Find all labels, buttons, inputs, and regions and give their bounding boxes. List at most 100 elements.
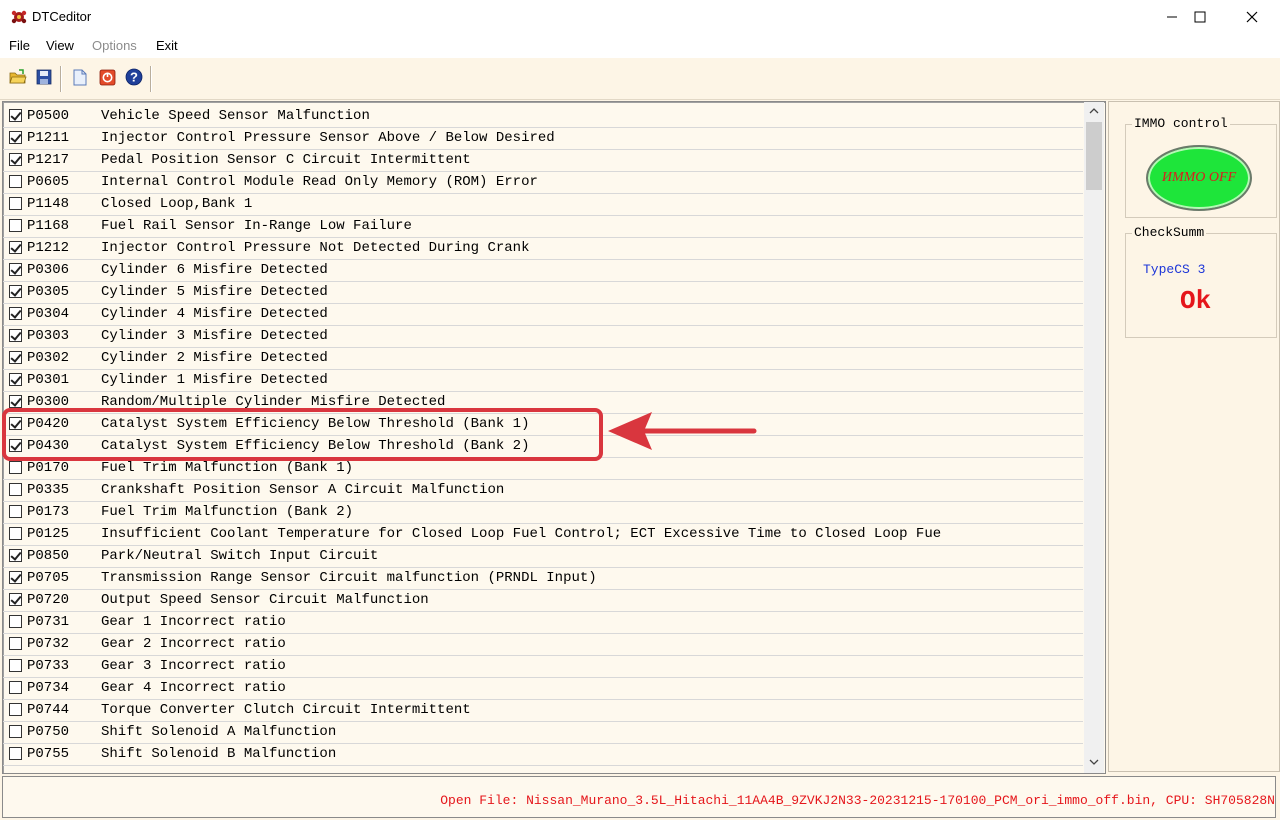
dtc-row[interactable]: P0335 Crankshaft Position Sensor A Circui…	[3, 480, 1083, 502]
dtc-row[interactable]: P0732 Gear 2 Incorrect ratio	[3, 634, 1083, 656]
dtc-code: P0170	[27, 460, 70, 476]
dtc-checkbox[interactable]	[9, 549, 22, 562]
dtc-checkbox[interactable]	[9, 241, 22, 254]
arrow-left-icon	[608, 412, 757, 450]
dtc-checkbox[interactable]	[9, 593, 22, 606]
menu-view[interactable]: View	[46, 38, 74, 53]
dtc-checkbox[interactable]	[9, 505, 22, 518]
immo-toggle-button[interactable]: ИММО OFF	[1146, 145, 1252, 211]
menu-file[interactable]: File	[9, 38, 30, 53]
dtc-checkbox[interactable]	[9, 615, 22, 628]
menu-options[interactable]: Options	[92, 38, 137, 53]
dtc-checkbox[interactable]	[9, 351, 22, 364]
dtc-row[interactable]: P0850 Park/Neutral Switch Input Circuit	[3, 546, 1083, 568]
dtc-row[interactable]: P0733 Gear 3 Incorrect ratio	[3, 656, 1083, 678]
dtc-row[interactable]: P0303 Cylinder 3 Misfire Detected	[3, 326, 1083, 348]
dtc-row[interactable]: P1211 Injector Control Pressure Sensor Ab…	[3, 128, 1083, 150]
dtc-code: P1211	[27, 130, 70, 146]
dtc-code: P0305	[27, 284, 70, 300]
dtc-description: Vehicle Speed Sensor Malfunction	[101, 108, 370, 124]
menu-bar: File View Options Exit	[0, 34, 1280, 58]
dtc-description: Fuel Trim Malfunction (Bank 1)	[101, 460, 354, 476]
close-button[interactable]	[1226, 0, 1278, 34]
dtc-description: Output Speed Sensor Circuit Malfunction	[101, 592, 429, 608]
dtc-row[interactable]: P1217 Pedal Position Sensor C Circuit Int…	[3, 150, 1083, 172]
dtc-checkbox[interactable]	[9, 527, 22, 540]
dtc-row[interactable]: P0306 Cylinder 6 Misfire Detected	[3, 260, 1083, 282]
dtc-row[interactable]: P0744 Torque Converter Clutch Circuit Int…	[3, 700, 1083, 722]
dtc-row[interactable]: P0302 Cylinder 2 Misfire Detected	[3, 348, 1083, 370]
dtc-code: P0720	[27, 592, 70, 608]
dtc-checkbox[interactable]	[9, 285, 22, 298]
dtc-row[interactable]: P0125 Insufficient Coolant Temperature fo…	[3, 524, 1083, 546]
dtc-row[interactable]: P0305 Cylinder 5 Misfire Detected	[3, 282, 1083, 304]
dtc-row[interactable]: P0304 Cylinder 4 Misfire Detected	[3, 304, 1083, 326]
help-button[interactable]: ?	[124, 67, 144, 87]
dtc-checkbox[interactable]	[9, 659, 22, 672]
svg-text:?: ?	[130, 70, 138, 85]
menu-exit[interactable]: Exit	[156, 38, 178, 53]
vertical-scrollbar[interactable]	[1084, 102, 1104, 773]
dtc-code: P1168	[27, 218, 70, 234]
dtc-row[interactable]: P0500 Vehicle Speed Sensor Malfunction	[3, 106, 1083, 128]
dtc-checkbox[interactable]	[9, 153, 22, 166]
dtc-description: Crankshaft Position Sensor A Circuit Mal…	[101, 482, 505, 498]
dtc-checkbox[interactable]	[9, 637, 22, 650]
scrollbar-thumb[interactable]	[1086, 122, 1102, 190]
dtc-checkbox[interactable]	[9, 681, 22, 694]
dtc-checkbox[interactable]	[9, 219, 22, 232]
toolbar-separator	[150, 66, 152, 92]
dtc-checkbox[interactable]	[9, 461, 22, 474]
maximize-icon	[1194, 11, 1206, 23]
dtc-checkbox[interactable]	[9, 197, 22, 210]
dtc-row[interactable]: P0173 Fuel Trim Malfunction (Bank 2)	[3, 502, 1083, 524]
stop-button[interactable]	[97, 67, 117, 87]
dtc-row[interactable]: P1148 Closed Loop,Bank 1	[3, 194, 1083, 216]
dtc-code: P0302	[27, 350, 70, 366]
dtc-checkbox[interactable]	[9, 703, 22, 716]
dtc-checkbox[interactable]	[9, 483, 22, 496]
dtc-checkbox[interactable]	[9, 329, 22, 342]
dtc-row[interactable]: P0750 Shift Solenoid A Malfunction	[3, 722, 1083, 744]
chevron-down-icon	[1089, 759, 1099, 765]
new-document-button[interactable]	[70, 67, 90, 87]
dtc-checkbox[interactable]	[9, 747, 22, 760]
dtc-row[interactable]: P0755 Shift Solenoid B Malfunction	[3, 744, 1083, 766]
dtc-checkbox[interactable]	[9, 175, 22, 188]
dtc-checkbox[interactable]	[9, 307, 22, 320]
dtc-code: P0705	[27, 570, 70, 586]
dtc-row[interactable]: P0170 Fuel Trim Malfunction (Bank 1)	[3, 458, 1083, 480]
dtc-code: P0731	[27, 614, 70, 630]
dtc-row[interactable]: P0301 Cylinder 1 Misfire Detected	[3, 370, 1083, 392]
app-logo-icon	[11, 10, 27, 24]
dtc-code: P0605	[27, 174, 70, 190]
dtc-checkbox[interactable]	[9, 725, 22, 738]
dtc-code: P0733	[27, 658, 70, 674]
dtc-checkbox[interactable]	[9, 571, 22, 584]
dtc-checkbox[interactable]	[9, 109, 22, 122]
dtc-checkbox[interactable]	[9, 395, 22, 408]
highlight-box	[2, 408, 603, 461]
dtc-row[interactable]: P0705 Transmission Range Sensor Circuit m…	[3, 568, 1083, 590]
dtc-description: Cylinder 3 Misfire Detected	[101, 328, 328, 344]
dtc-description: Cylinder 5 Misfire Detected	[101, 284, 328, 300]
maximize-button[interactable]	[1174, 0, 1226, 34]
dtc-code: P1148	[27, 196, 70, 212]
open-file-button[interactable]	[8, 67, 28, 87]
save-button[interactable]	[34, 67, 54, 87]
dtc-row[interactable]: P0720 Output Speed Sensor Circuit Malfunc…	[3, 590, 1083, 612]
dtc-row[interactable]: P1168 Fuel Rail Sensor In-Range Low Failu…	[3, 216, 1083, 238]
scroll-down-button[interactable]	[1084, 753, 1104, 771]
dtc-row[interactable]: P1212 Injector Control Pressure Not Detec…	[3, 238, 1083, 260]
dtc-row[interactable]: P0731 Gear 1 Incorrect ratio	[3, 612, 1083, 634]
dtc-description: Injector Control Pressure Not Detected D…	[101, 240, 530, 256]
dtc-checkbox[interactable]	[9, 131, 22, 144]
dtc-code: P0306	[27, 262, 70, 278]
checksum-group: CheckSumm TypeCS 3 Ok	[1125, 225, 1277, 338]
dtc-row[interactable]: P0605 Internal Control Module Read Only M…	[3, 172, 1083, 194]
dtc-code: P0734	[27, 680, 70, 696]
scroll-up-button[interactable]	[1084, 102, 1104, 120]
dtc-checkbox[interactable]	[9, 373, 22, 386]
dtc-row[interactable]: P0734 Gear 4 Incorrect ratio	[3, 678, 1083, 700]
dtc-checkbox[interactable]	[9, 263, 22, 276]
